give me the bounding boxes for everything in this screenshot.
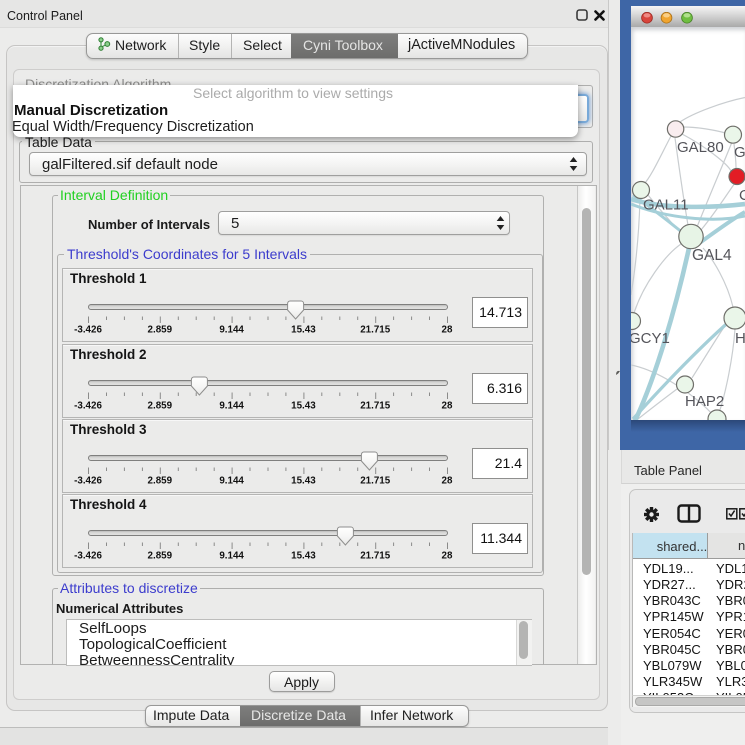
svg-text:GCY1: GCY1: [631, 330, 670, 347]
svg-text:GAL80: GAL80: [677, 139, 724, 156]
svg-text:28: 28: [442, 551, 453, 562]
svg-text:15.43: 15.43: [291, 476, 316, 487]
svg-text:9.144: 9.144: [219, 325, 244, 336]
svg-text:-3.426: -3.426: [74, 325, 102, 336]
svg-text:21.715: 21.715: [360, 476, 391, 487]
svg-text:28: 28: [442, 325, 453, 336]
svg-text:2.859: 2.859: [148, 401, 173, 412]
svg-text:21.715: 21.715: [360, 401, 391, 412]
svg-text:21.715: 21.715: [360, 551, 391, 562]
svg-text:28: 28: [442, 401, 453, 412]
svg-text:H: H: [735, 330, 745, 347]
svg-text:-3.426: -3.426: [74, 551, 102, 562]
svg-text:-3.426: -3.426: [74, 401, 102, 412]
svg-text:9.144: 9.144: [219, 476, 244, 487]
svg-text:9.144: 9.144: [219, 551, 244, 562]
svg-text:2.859: 2.859: [148, 325, 173, 336]
svg-text:-3.426: -3.426: [74, 476, 102, 487]
svg-text:GAL11: GAL11: [643, 197, 689, 214]
svg-text:15.43: 15.43: [291, 551, 316, 562]
svg-text:9.144: 9.144: [219, 401, 244, 412]
svg-text:2.859: 2.859: [148, 476, 173, 487]
svg-text:C: C: [739, 187, 745, 204]
svg-text:G.: G.: [734, 144, 745, 161]
svg-text:2.859: 2.859: [148, 551, 173, 562]
svg-text:28: 28: [442, 476, 453, 487]
svg-text:21.715: 21.715: [360, 325, 391, 336]
svg-text:HAP2: HAP2: [685, 393, 724, 410]
svg-text:15.43: 15.43: [291, 325, 316, 336]
svg-text:15.43: 15.43: [291, 401, 316, 412]
svg-text:GAL4: GAL4: [692, 247, 732, 264]
